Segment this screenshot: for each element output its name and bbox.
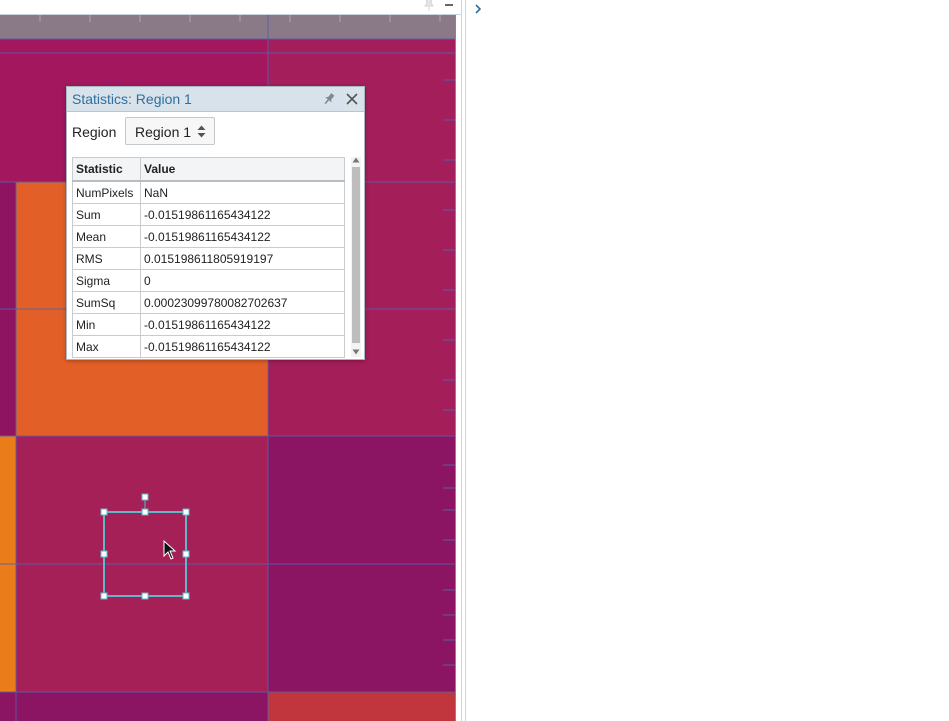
scroll-up-icon[interactable] bbox=[352, 157, 360, 163]
dialog-titlebar[interactable]: Statistics: Region 1 bbox=[67, 87, 364, 112]
region-label: Region bbox=[72, 124, 117, 140]
dialog-title: Statistics: Region 1 bbox=[72, 91, 192, 107]
statistic-value: 0.015198611805919197 bbox=[140, 247, 345, 270]
viewer-header bbox=[0, 0, 462, 15]
pin-icon[interactable] bbox=[322, 92, 336, 106]
statistic-value: NaN bbox=[140, 180, 345, 204]
canvas-edge bbox=[455, 15, 456, 721]
statistic-value: -0.01519861165434122 bbox=[140, 225, 345, 248]
statistic-value: 0.00023099780082702637 bbox=[140, 291, 345, 314]
table-row: Min -0.01519861165434122 bbox=[72, 313, 345, 336]
statistic-value: -0.01519861165434122 bbox=[140, 313, 345, 336]
statistic-value: 0 bbox=[140, 269, 345, 292]
table-row: NumPixels NaN bbox=[72, 180, 345, 204]
statistic-name: Sigma bbox=[72, 269, 141, 292]
scroll-thumb[interactable] bbox=[352, 167, 360, 343]
table-row: RMS 0.015198611805919197 bbox=[72, 247, 345, 270]
pin-icon[interactable] bbox=[422, 0, 436, 12]
statistic-value: -0.01519861165434122 bbox=[140, 335, 345, 358]
table-row: Sigma 0 bbox=[72, 269, 345, 292]
table-row: SumSq 0.00023099780082702637 bbox=[72, 291, 345, 314]
column-header-statistic[interactable]: Statistic bbox=[72, 157, 141, 182]
chevron-right-icon[interactable] bbox=[472, 2, 484, 16]
statistic-name: SumSq bbox=[72, 291, 141, 314]
table-row: Max -0.01519861165434122 bbox=[72, 335, 345, 358]
statistics-dialog: Statistics: Region 1 Region Region 1 Sta… bbox=[66, 86, 365, 360]
statistic-name: Max bbox=[72, 335, 141, 358]
statistic-value: -0.01519861165434122 bbox=[140, 203, 345, 226]
table-header-row: Statistic Value bbox=[72, 157, 345, 182]
mouse-cursor-icon bbox=[163, 540, 177, 560]
statistic-name: NumPixels bbox=[72, 180, 141, 204]
panel-divider[interactable] bbox=[465, 0, 466, 721]
minimize-icon[interactable] bbox=[443, 0, 455, 11]
statistic-name: Mean bbox=[72, 225, 141, 248]
table-row: Mean -0.01519861165434122 bbox=[72, 225, 345, 248]
region-select[interactable]: Region 1 bbox=[125, 117, 215, 145]
viewer-border bbox=[461, 0, 462, 721]
column-header-value[interactable]: Value bbox=[140, 157, 345, 182]
table-scrollbar[interactable] bbox=[351, 157, 361, 357]
select-arrows-icon bbox=[197, 125, 206, 138]
statistics-table: Statistic Value NumPixels NaN Sum -0.015… bbox=[72, 157, 345, 358]
region-select-value: Region 1 bbox=[135, 124, 192, 140]
scroll-down-icon[interactable] bbox=[352, 349, 360, 355]
statistics-table-container[interactable]: Statistic Value NumPixels NaN Sum -0.015… bbox=[72, 157, 345, 358]
statistic-name: RMS bbox=[72, 247, 141, 270]
table-row: Sum -0.01519861165434122 bbox=[72, 203, 345, 226]
close-icon[interactable] bbox=[345, 92, 359, 106]
statistic-name: Sum bbox=[72, 203, 141, 226]
statistic-name: Min bbox=[72, 313, 141, 336]
